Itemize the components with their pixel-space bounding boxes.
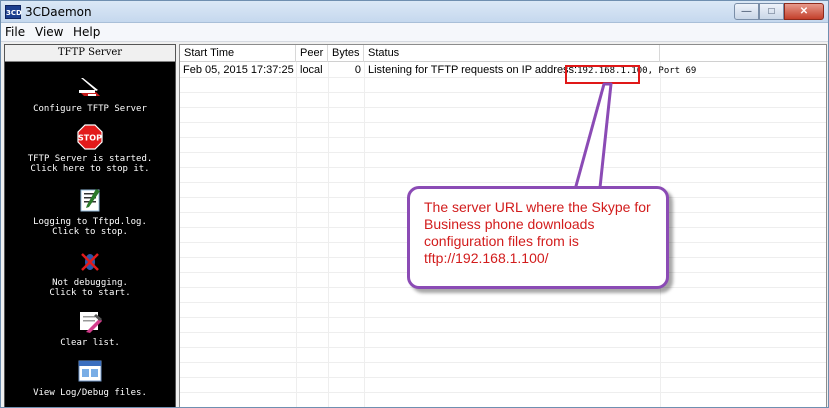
callout-box: The server URL where the Skype for Busin… xyxy=(407,186,669,289)
callout-text: The server URL where the Skype for Busin… xyxy=(424,199,651,266)
app-window: 3CD 3CDaemon — □ ✕ File View Help TFTP S… xyxy=(0,0,829,408)
